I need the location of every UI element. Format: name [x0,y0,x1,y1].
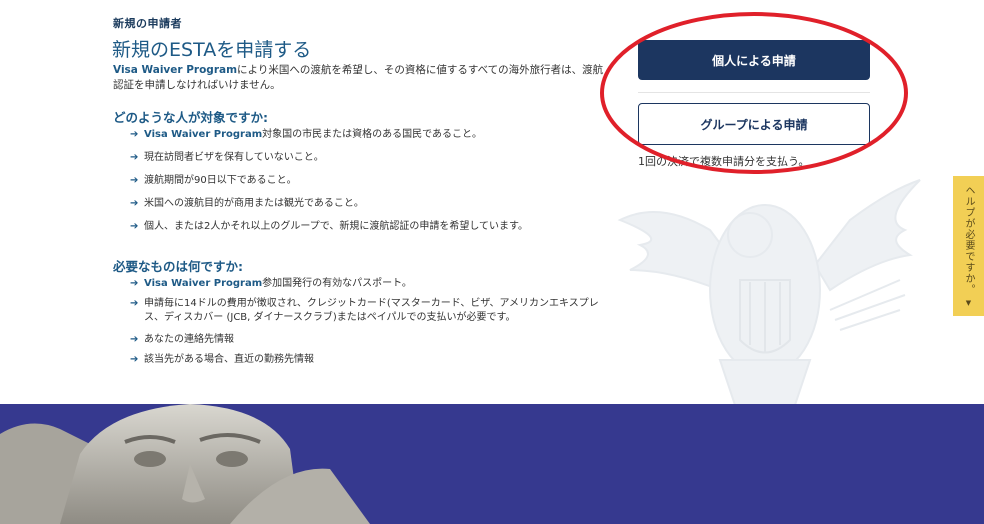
list-item-text: 参加国発行の有効なパスポート。 [262,278,412,289]
who-heading: どのような人が対象ですか: [113,110,268,125]
eagle-seal-watermark [617,179,921,406]
list-item: ➔ 個人、または2人かそれ以上のグループで、新規に渡航認証の申請を希望しています。 [130,220,610,234]
list-item: ➔ 申請毎に14ドルの費用が徴収され、クレジットカード(マスターカード、ビザ、アメ… [130,297,610,325]
list-item: ➔ Visa Waiver Program参加国発行の有効なパスポート。 [130,277,610,291]
list-item-text: 現在訪問者ビザを保有していないこと。 [144,152,324,163]
help-tab-label: ヘルプが必要ですか。 [963,185,974,295]
list-item: ➔ 該当先がある場合、直近の勤務先情報 [130,353,610,367]
list-item-text: 渡航期間が90日以下であること。 [144,175,297,186]
who-list: ➔ Visa Waiver Program対象国の市民または資格のある国民であるこ… [130,128,610,243]
list-item-text: 個人、または2人かそれ以上のグループで、新規に渡航認証の申請を希望しています。 [144,221,529,232]
visa-waiver-program-link[interactable]: Visa Waiver Program [113,64,237,76]
arrow-right-icon: ➔ [130,175,139,186]
arrow-right-icon: ➔ [130,221,139,232]
list-item-text: あなたの連絡先情報 [144,334,234,345]
highlight-ellipse [600,12,908,174]
list-item: ➔ 米国への渡航目的が商用または観光であること。 [130,197,610,211]
arrow-right-icon: ➔ [130,354,139,365]
list-item: ➔ 現在訪問者ビザを保有していないこと。 [130,151,610,165]
arrow-right-icon: ➔ [130,198,139,209]
arrow-right-icon: ➔ [130,334,139,345]
list-item: ➔ Visa Waiver Program対象国の市民または資格のある国民であるこ… [130,128,610,142]
intro-text: Visa Waiver Programにより米国への渡航を希望し、その資格に値す… [113,63,605,93]
need-heading: 必要なものは何ですか: [113,259,243,274]
visa-waiver-program-link[interactable]: Visa Waiver Program [144,129,262,140]
list-item-text: 該当先がある場合、直近の勤務先情報 [144,354,314,365]
list-item-text: 申請毎に14ドルの費用が徴収され、クレジットカード(マスターカード、ビザ、アメリ… [144,298,599,323]
list-item-text: 米国への渡航目的が商用または観光であること。 [144,198,364,209]
help-tab[interactable]: ヘルプが必要ですか。 ▼ [953,176,984,316]
list-item: ➔ 渡航期間が90日以下であること。 [130,174,610,188]
arrow-right-icon: ➔ [130,152,139,163]
list-item-text: 対象国の市民または資格のある国民であること。 [262,129,483,140]
caret-down-icon: ▼ [965,299,972,307]
arrow-right-icon: ➔ [130,129,139,140]
list-item: ➔ あなたの連絡先情報 [130,333,610,347]
arrow-right-icon: ➔ [130,278,139,289]
mount-rushmore-image [0,404,370,524]
page-title: 新規のESTAを申請する [112,39,312,61]
mount-rushmore-banner [0,404,984,524]
visa-waiver-program-link[interactable]: Visa Waiver Program [144,278,262,289]
arrow-right-icon: ➔ [130,298,139,309]
need-list: ➔ Visa Waiver Program参加国発行の有効なパスポート。 ➔ 申請毎… [130,277,610,373]
section-label: 新規の申請者 [113,17,182,30]
